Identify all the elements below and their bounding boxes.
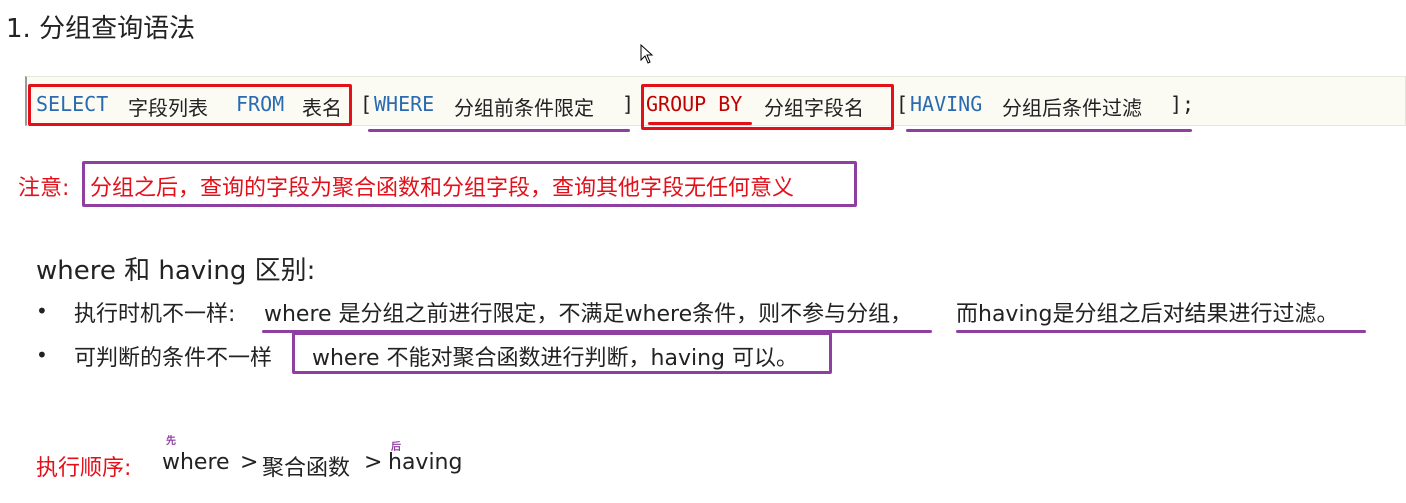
- bullet-icon: •: [36, 343, 48, 367]
- order-step-aggregate: 聚合函数: [262, 456, 351, 481]
- where-desc: 分组前条件限定: [454, 96, 594, 120]
- bracket-open-2: [: [896, 92, 909, 116]
- order-label: 执行顺序:: [36, 456, 132, 481]
- having-underline: [906, 129, 1192, 132]
- bullet-icon: •: [36, 299, 48, 323]
- groupby-underline: [648, 122, 752, 125]
- where-underline: [368, 129, 630, 132]
- timing-where-text: where 是分组之前进行限定，不满足where条件，则不参与分组，: [264, 302, 913, 327]
- required-clause-highlight: [28, 84, 352, 126]
- page-title: 1. 分组查询语法: [6, 14, 196, 44]
- bracket-close-2: ];: [1170, 92, 1195, 116]
- first-mark: 先: [166, 436, 176, 447]
- bracket-open: [: [360, 92, 373, 116]
- condition-text: where 不能对聚合函数进行判断，having 可以。: [312, 346, 799, 371]
- having-keyword: HAVING: [910, 92, 983, 116]
- condition-label: 可判断的条件不一样: [74, 346, 273, 371]
- timing-label: 执行时机不一样:: [74, 302, 236, 327]
- timing-having-underline: [956, 330, 1366, 333]
- section-heading: where 和 having 区别:: [36, 256, 316, 286]
- note-text: 分组之后，查询的字段为聚合函数和分组字段，查询其他字段无任何意义: [90, 176, 795, 201]
- mouse-cursor-icon: [640, 44, 654, 64]
- having-desc: 分组后条件过滤: [1002, 96, 1142, 120]
- where-keyword: WHERE: [374, 92, 435, 116]
- order-sep-1: >: [240, 450, 259, 475]
- order-step-where: where: [162, 450, 230, 475]
- note-label: 注意:: [18, 176, 70, 201]
- bracket-close: ]: [622, 92, 635, 116]
- timing-having-text: 而having是分组之后对结果进行过滤。: [956, 302, 1339, 327]
- order-step-having: having: [388, 450, 463, 475]
- order-sep-2: >: [364, 450, 383, 475]
